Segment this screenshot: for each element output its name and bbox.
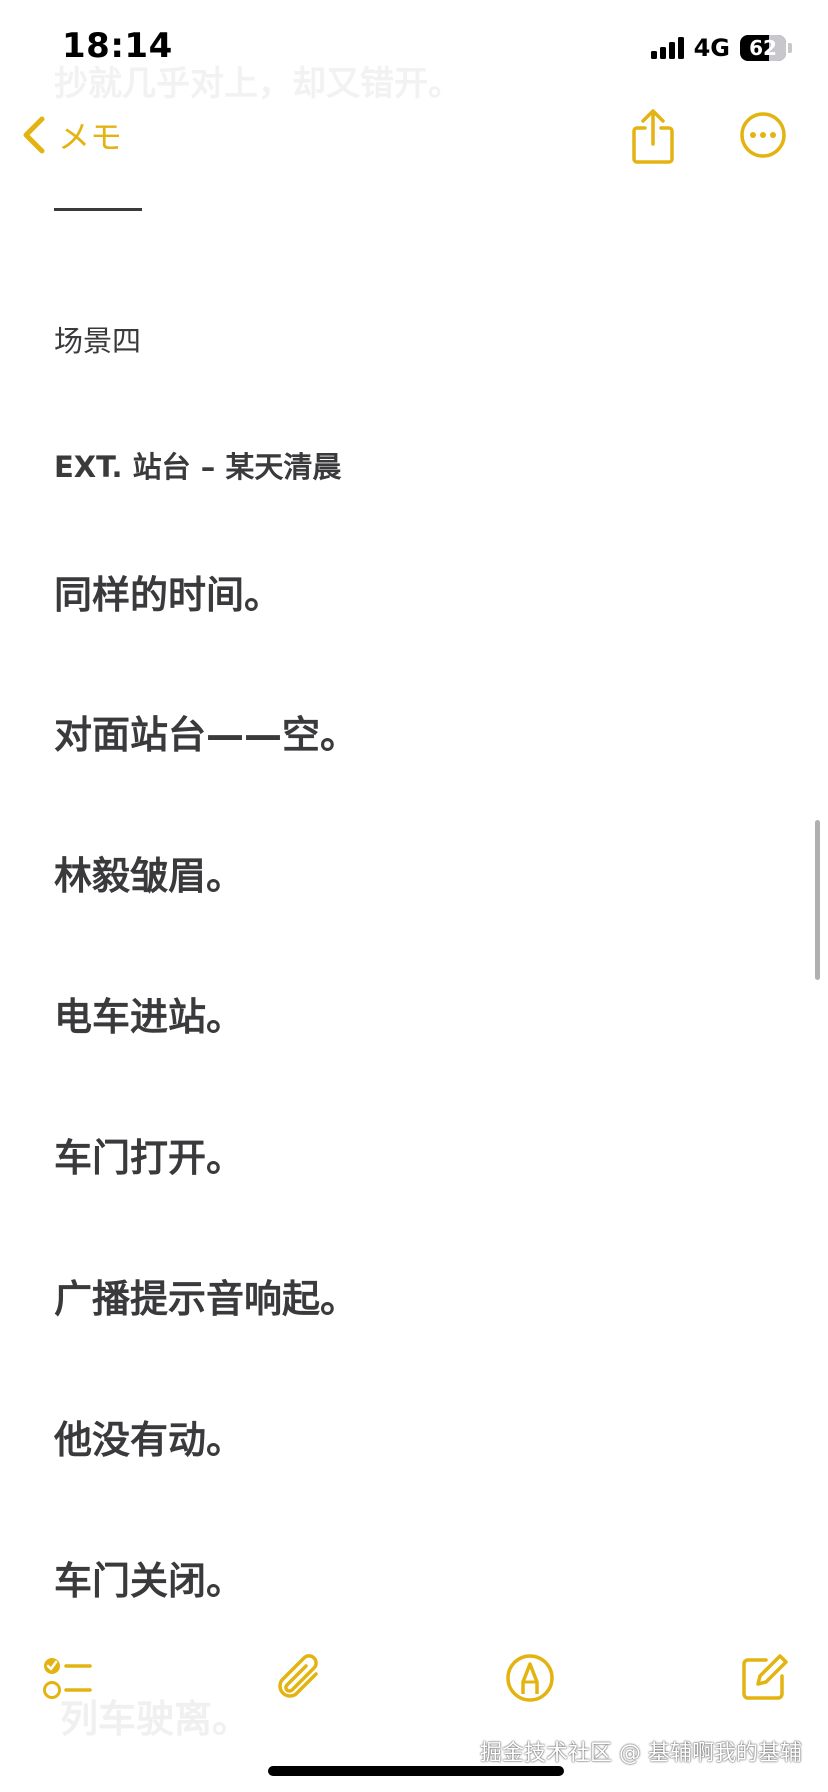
ellipsis-circle-icon bbox=[740, 112, 786, 158]
scroll-indicator[interactable] bbox=[815, 820, 820, 980]
bottom-toolbar bbox=[0, 1640, 828, 1730]
battery-percentage: 62 bbox=[749, 36, 777, 60]
note-line[interactable]: 车门关闭。 bbox=[54, 1550, 244, 1605]
back-button[interactable]: メモ bbox=[22, 112, 122, 158]
scene-heading[interactable]: EXT. 站台 – 某天清晨 bbox=[54, 444, 341, 486]
note-divider bbox=[54, 208, 142, 211]
network-type: 4G bbox=[693, 34, 730, 62]
checklist-icon bbox=[43, 1658, 92, 1699]
attachment-button[interactable] bbox=[272, 1650, 328, 1706]
note-line[interactable]: 广播提示音响起。 bbox=[54, 1268, 358, 1323]
status-indicators: 4G 62 bbox=[650, 34, 792, 62]
scene-title[interactable]: 场景四 bbox=[54, 318, 141, 360]
note-line[interactable]: 对面站台——空。 bbox=[54, 704, 358, 759]
chevron-left-icon bbox=[23, 116, 45, 154]
note-line[interactable]: 他没有动。 bbox=[54, 1409, 244, 1464]
battery-icon: 62 bbox=[740, 35, 786, 61]
note-line[interactable]: 林毅皱眉。 bbox=[54, 845, 244, 900]
more-options-button[interactable] bbox=[738, 110, 788, 160]
scrolled-under-text: 抄就几乎对上，却又错开。 bbox=[54, 64, 462, 104]
compose-button[interactable] bbox=[736, 1650, 792, 1706]
back-button-label: メモ bbox=[58, 118, 123, 156]
markup-button[interactable] bbox=[502, 1650, 558, 1706]
share-icon bbox=[632, 109, 674, 164]
note-line[interactable]: 车门打开。 bbox=[54, 1127, 244, 1182]
markup-pen-icon bbox=[506, 1654, 554, 1702]
watermark: 掘金技术社区 @ 基辅啊我的基辅 bbox=[480, 1741, 802, 1766]
compose-icon bbox=[742, 1654, 788, 1700]
note-line[interactable]: 电车进站。 bbox=[54, 986, 244, 1041]
note-line[interactable]: 同样的时间。 bbox=[54, 564, 282, 619]
navigation-bar: メモ bbox=[0, 100, 828, 182]
home-indicator[interactable] bbox=[268, 1766, 564, 1776]
paperclip-icon bbox=[278, 1654, 318, 1698]
checklist-button[interactable] bbox=[40, 1650, 96, 1706]
cellular-signal-icon bbox=[650, 37, 684, 59]
share-button[interactable] bbox=[628, 108, 678, 166]
battery-cap bbox=[788, 43, 792, 53]
